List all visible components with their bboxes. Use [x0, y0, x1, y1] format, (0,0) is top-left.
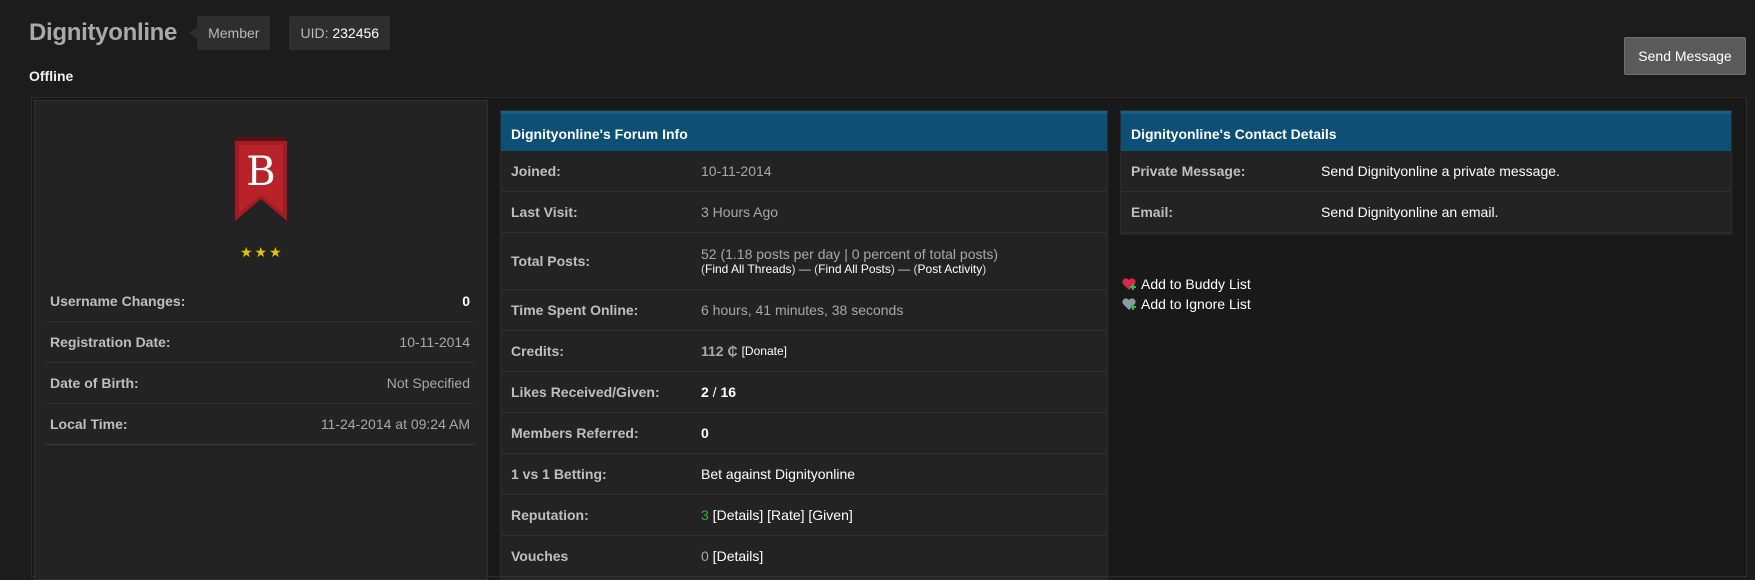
- profile-header: Dignityonline Member UID: 232456: [29, 16, 391, 50]
- date-of-birth-value: Not Specified: [386, 375, 470, 391]
- vouches-value: 0: [701, 548, 709, 564]
- avatar-letter: B: [246, 149, 275, 195]
- table-row: Members Referred: 0: [501, 413, 1107, 454]
- time-online-value: 6 hours, 41 minutes, 38 seconds: [701, 302, 904, 318]
- group-badge: Member: [189, 16, 271, 50]
- local-time-label: Local Time:: [50, 416, 128, 432]
- private-message-label: Private Message:: [1131, 163, 1246, 179]
- post-links: (Find All Threads) — (Find All Posts) — …: [701, 262, 987, 276]
- rank-stars: ★★★: [240, 244, 284, 260]
- credits-value: 112 ₵: [701, 343, 738, 359]
- referred-value: 0: [701, 425, 709, 441]
- send-private-message-link[interactable]: Send Dignityonline a private message.: [1321, 163, 1560, 179]
- table-row: 1 vs 1 Betting: Bet against Dignityonlin…: [501, 454, 1107, 495]
- table-row: Private Message: Send Dignityonline a pr…: [1121, 151, 1731, 192]
- uid-label: UID:: [300, 25, 329, 41]
- reputation-label: Reputation:: [511, 507, 589, 523]
- email-label: Email:: [1131, 204, 1174, 220]
- table-row: Likes Received/Given: 2 / 16: [501, 372, 1107, 413]
- find-threads-link[interactable]: Find All Threads: [705, 262, 792, 276]
- joined-label: Joined:: [511, 163, 561, 179]
- uid-value: 232456: [332, 25, 380, 41]
- uid-badge: UID: 232456: [289, 16, 391, 50]
- table-row: Registration Date: 10-11-2014: [45, 322, 475, 363]
- add-buddy-item[interactable]: Add to Buddy List: [1121, 274, 1251, 294]
- reputation-value: 3: [701, 507, 709, 523]
- send-email-link[interactable]: Send Dignityonline an email.: [1321, 204, 1498, 220]
- post-activity-link[interactable]: Post Activity: [918, 262, 983, 276]
- local-time-value: 11-24-2014 at 09:24 AM: [320, 416, 470, 432]
- online-status: Offline: [29, 68, 74, 84]
- contact-details-panel: Dignityonline's Contact Details Private …: [1120, 110, 1732, 235]
- table-row: Joined: 10-11-2014: [501, 151, 1107, 192]
- username-title: Dignityonline: [29, 19, 178, 46]
- likes-received: 2: [701, 384, 709, 400]
- list-actions: Add to Buddy List Add to Ignore List: [1121, 274, 1251, 314]
- donate-link[interactable]: [Donate]: [742, 344, 787, 358]
- add-buddy-link[interactable]: Add to Buddy List: [1141, 276, 1251, 292]
- total-posts-value: 52 (1.18 posts per day | 0 percent of to…: [701, 246, 999, 262]
- ignore-plus-icon: [1122, 298, 1136, 310]
- add-ignore-item[interactable]: Add to Ignore List: [1121, 294, 1251, 314]
- likes-given: 16: [720, 384, 737, 400]
- table-row: Time Spent Online: 6 hours, 41 minutes, …: [501, 290, 1107, 331]
- heart-plus-icon: [1122, 278, 1136, 290]
- last-visit-label: Last Visit:: [511, 204, 578, 220]
- username-changes-value: 0: [462, 293, 470, 309]
- last-visit-value: 3 Hours Ago: [701, 204, 779, 220]
- table-row: Date of Birth: Not Specified: [45, 363, 475, 404]
- reputation-details-link[interactable]: Details: [717, 507, 760, 523]
- profile-sidebar: B ★★★ Username Changes: 0 Registration D…: [34, 100, 488, 580]
- registration-date-label: Registration Date:: [50, 334, 171, 350]
- joined-value: 10-11-2014: [701, 163, 772, 179]
- add-ignore-link[interactable]: Add to Ignore List: [1141, 296, 1251, 312]
- likes-separator: /: [708, 384, 721, 400]
- table-row: Last Visit: 3 Hours Ago: [501, 192, 1107, 233]
- avatar: B: [235, 137, 287, 221]
- time-online-label: Time Spent Online:: [511, 302, 639, 318]
- forum-info-panel: Dignityonline's Forum Info Joined: 10-11…: [500, 110, 1108, 580]
- table-row: Credits: 112 ₵ [Donate]: [501, 331, 1107, 372]
- bet-against-link[interactable]: Bet against Dignityonline: [701, 466, 855, 482]
- registration-date-value: 10-11-2014: [399, 334, 470, 350]
- reputation-rate-link[interactable]: Rate: [771, 507, 801, 523]
- likes-label: Likes Received/Given:: [511, 384, 660, 400]
- contact-details-title: Dignityonline's Contact Details: [1121, 111, 1731, 151]
- send-message-button[interactable]: Send Message: [1624, 37, 1746, 75]
- total-posts-label: Total Posts:: [511, 253, 591, 269]
- table-row: Username Changes: 0: [45, 281, 475, 322]
- date-of-birth-label: Date of Birth:: [50, 375, 139, 391]
- profile-stats-table: Username Changes: 0 Registration Date: 1…: [45, 281, 475, 445]
- credits-label: Credits:: [511, 343, 564, 359]
- username-changes-label: Username Changes:: [50, 293, 186, 309]
- table-row: Total Posts: 52 (1.18 posts per day | 0 …: [501, 233, 1107, 290]
- referred-label: Members Referred:: [511, 425, 639, 441]
- table-row: Reputation: 3 [Details] [Rate] [Given]: [501, 495, 1107, 536]
- table-row: Local Time: 11-24-2014 at 09:24 AM: [45, 404, 475, 445]
- table-row: Email: Send Dignityonline an email.: [1121, 192, 1731, 233]
- find-posts-link[interactable]: Find All Posts: [818, 262, 891, 276]
- reputation-given-link[interactable]: Given: [812, 507, 849, 523]
- vouches-label: Vouches: [511, 548, 569, 564]
- betting-label: 1 vs 1 Betting:: [511, 466, 607, 482]
- forum-info-title: Dignityonline's Forum Info: [501, 111, 1107, 151]
- vouches-details-link[interactable]: Details: [717, 548, 760, 564]
